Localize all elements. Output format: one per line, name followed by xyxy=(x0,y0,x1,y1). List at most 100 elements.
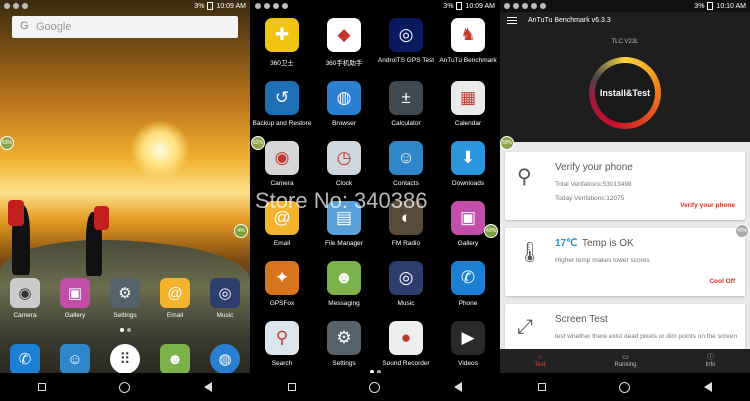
tab-test[interactable]: ⌂ Test xyxy=(534,354,545,368)
antutu-screen: 3% 10:10 AM AnTuTu Benchmark v6.3.3 TLC … xyxy=(500,0,750,401)
screen-test-card[interactable]: ⤢ Screen Test test whether there exist d… xyxy=(505,304,745,352)
back-button[interactable] xyxy=(450,379,466,395)
backpack-right xyxy=(94,206,109,230)
screen-test-desc: test whether there exist dead pixels or … xyxy=(555,333,738,340)
hotseat-contacts[interactable]: ☺ xyxy=(50,344,100,374)
browser-icon: ◍ xyxy=(327,81,361,115)
drawer-app[interactable]: ◍ Browser xyxy=(313,81,375,127)
drawer-app[interactable]: ✚ 360卫士 xyxy=(251,18,313,67)
verify-link[interactable]: Verify your phone xyxy=(680,202,735,209)
nav-bar xyxy=(500,373,750,401)
backpack-left xyxy=(8,200,24,226)
menu-icon[interactable] xyxy=(507,17,517,26)
verify-card[interactable]: ⚲ Verify your phone Total Verifations:53… xyxy=(505,152,745,220)
clock-text: 10:10 AM xyxy=(716,2,746,10)
dock-email[interactable]: @ Email xyxy=(150,278,200,319)
hotseat-app-drawer[interactable]: ⠿ xyxy=(100,344,150,374)
gpsfox-icon: ✦ xyxy=(265,261,299,295)
calendar-icon: ▦ xyxy=(451,81,485,115)
360-security-icon: ✚ xyxy=(265,18,299,52)
cpu-badge-left: 58% xyxy=(500,136,514,150)
hotseat-messaging[interactable]: ☻ xyxy=(150,344,200,374)
app-drawer: 3% 10:09 AM ✚ 360卫士 ◆ 360手机助手 ◎ AndroiTS GPS … xyxy=(251,0,499,401)
gallery-icon: ▣ xyxy=(60,278,90,308)
phone-icon: ✆ xyxy=(451,261,485,295)
drawer-app[interactable]: ☻ Messaging xyxy=(313,261,375,307)
contacts-icon: ☺ xyxy=(60,344,90,374)
install-test-button[interactable]: Install&Test xyxy=(589,57,661,129)
hotseat-phone[interactable]: ✆ xyxy=(0,344,50,374)
status-bar: 3% 10:09 AM xyxy=(251,0,499,12)
home-button[interactable] xyxy=(367,379,383,395)
tab-ranking[interactable]: ▭ Ranking xyxy=(614,354,636,368)
home-screen: 3% 10:09 AM G Google 53% 4% ◉ Camera ▣ G… xyxy=(0,0,250,401)
search-icon: ⚲ xyxy=(517,166,532,188)
drawer-app[interactable]: ▤ File Manager xyxy=(313,201,375,247)
music-icon: ◎ xyxy=(210,278,240,308)
recents-button[interactable] xyxy=(34,379,50,395)
phone-icon: ✆ xyxy=(10,344,40,374)
drawer-app[interactable]: ◷ Clock xyxy=(313,141,375,187)
back-button[interactable] xyxy=(200,379,216,395)
downloads-icon: ⬇ xyxy=(451,141,485,175)
drawer-app[interactable]: ◎ AndroiTS GPS Test xyxy=(375,18,437,67)
home-button[interactable] xyxy=(117,379,133,395)
recents-button[interactable] xyxy=(284,379,300,395)
battery-text: 3% xyxy=(694,2,705,10)
battery-icon xyxy=(707,2,714,10)
drawer-app[interactable]: ◐ FM Radio xyxy=(375,201,437,247)
google-search-bar[interactable]: G Google xyxy=(12,16,238,38)
drawer-app[interactable]: ✆ Phone xyxy=(437,261,499,307)
verify-title: Verify your phone xyxy=(555,162,633,173)
nav-bar xyxy=(0,373,250,401)
clock-text: 10:09 AM xyxy=(465,2,495,10)
nav-bar xyxy=(251,373,499,401)
battery-icon xyxy=(207,2,214,10)
cpu-badge-left: 52% xyxy=(251,136,265,150)
app-grid: ✚ 360卫士 ◆ 360手机助手 ◎ AndroiTS GPS Test ♞ AnTuTu … xyxy=(251,18,499,367)
drawer-app[interactable]: @ Email xyxy=(251,201,313,247)
battery-text: 3% xyxy=(443,2,454,10)
email-icon: @ xyxy=(265,201,299,235)
home-icon: ⌂ xyxy=(537,354,543,361)
drawer-app[interactable]: ● Sound Recorder xyxy=(375,321,437,367)
dock-music[interactable]: ◎ Music xyxy=(200,278,250,319)
recents-button[interactable] xyxy=(534,379,550,395)
drawer-app[interactable]: ↺ Backup and Restore xyxy=(251,81,313,127)
sound-recorder-icon: ● xyxy=(389,321,423,355)
dock-gallery[interactable]: ▣ Gallery xyxy=(50,278,100,319)
back-button[interactable] xyxy=(700,379,716,395)
settings-icon: ⚙ xyxy=(110,278,140,308)
browser-icon: ◍ xyxy=(210,344,240,374)
drawer-app[interactable]: ± Calculator xyxy=(375,81,437,127)
drawer-app[interactable]: ⚙ Settings xyxy=(313,321,375,367)
drawer-app[interactable]: ⬇ Downloads xyxy=(437,141,499,187)
drawer-app[interactable]: ◎ Music xyxy=(375,261,437,307)
camera-icon: ◉ xyxy=(10,278,40,308)
temp-card[interactable]: 🌡 17℃ Temp is OK Higher temp makes lower… xyxy=(505,228,745,296)
hotseat-browser[interactable]: ◍ xyxy=(200,344,250,374)
temp-title: Temp is OK xyxy=(582,238,634,249)
dock-settings[interactable]: ⚙ Settings xyxy=(100,278,150,319)
install-test-label: Install&Test xyxy=(595,63,655,123)
drawer-app[interactable]: ▦ Calendar xyxy=(437,81,499,127)
battery-text: 3% xyxy=(194,2,205,10)
drawer-app[interactable]: ☺ Contacts xyxy=(375,141,437,187)
google-logo-icon: G xyxy=(20,20,29,32)
drawer-app[interactable]: ♞ AnTuTu Benchmark xyxy=(437,18,499,67)
total-verifications: Total Verifations:53013498 xyxy=(555,181,632,188)
clock-text: 10:09 AM xyxy=(216,2,246,10)
drawer-app[interactable]: ⚲ Search xyxy=(251,321,313,367)
tab-info[interactable]: ⓘ Info xyxy=(705,354,715,368)
drawer-app[interactable]: ◆ 360手机助手 xyxy=(313,18,375,67)
hotseat: ✆ ☺ ⠿ ☻ ◍ xyxy=(0,344,250,374)
drawer-app[interactable]: ▶ Videos xyxy=(437,321,499,367)
temp-desc: Higher temp makes lower scores xyxy=(555,257,650,264)
drawer-app[interactable]: ✦ GPSFox xyxy=(251,261,313,307)
file-manager-icon: ▤ xyxy=(327,201,361,235)
home-button[interactable] xyxy=(617,379,633,395)
calculator-icon: ± xyxy=(389,81,423,115)
dock-camera[interactable]: ◉ Camera xyxy=(0,278,50,319)
cpu-badge-right: 49% xyxy=(484,224,498,238)
cool-off-link[interactable]: Cool Off xyxy=(709,278,735,285)
